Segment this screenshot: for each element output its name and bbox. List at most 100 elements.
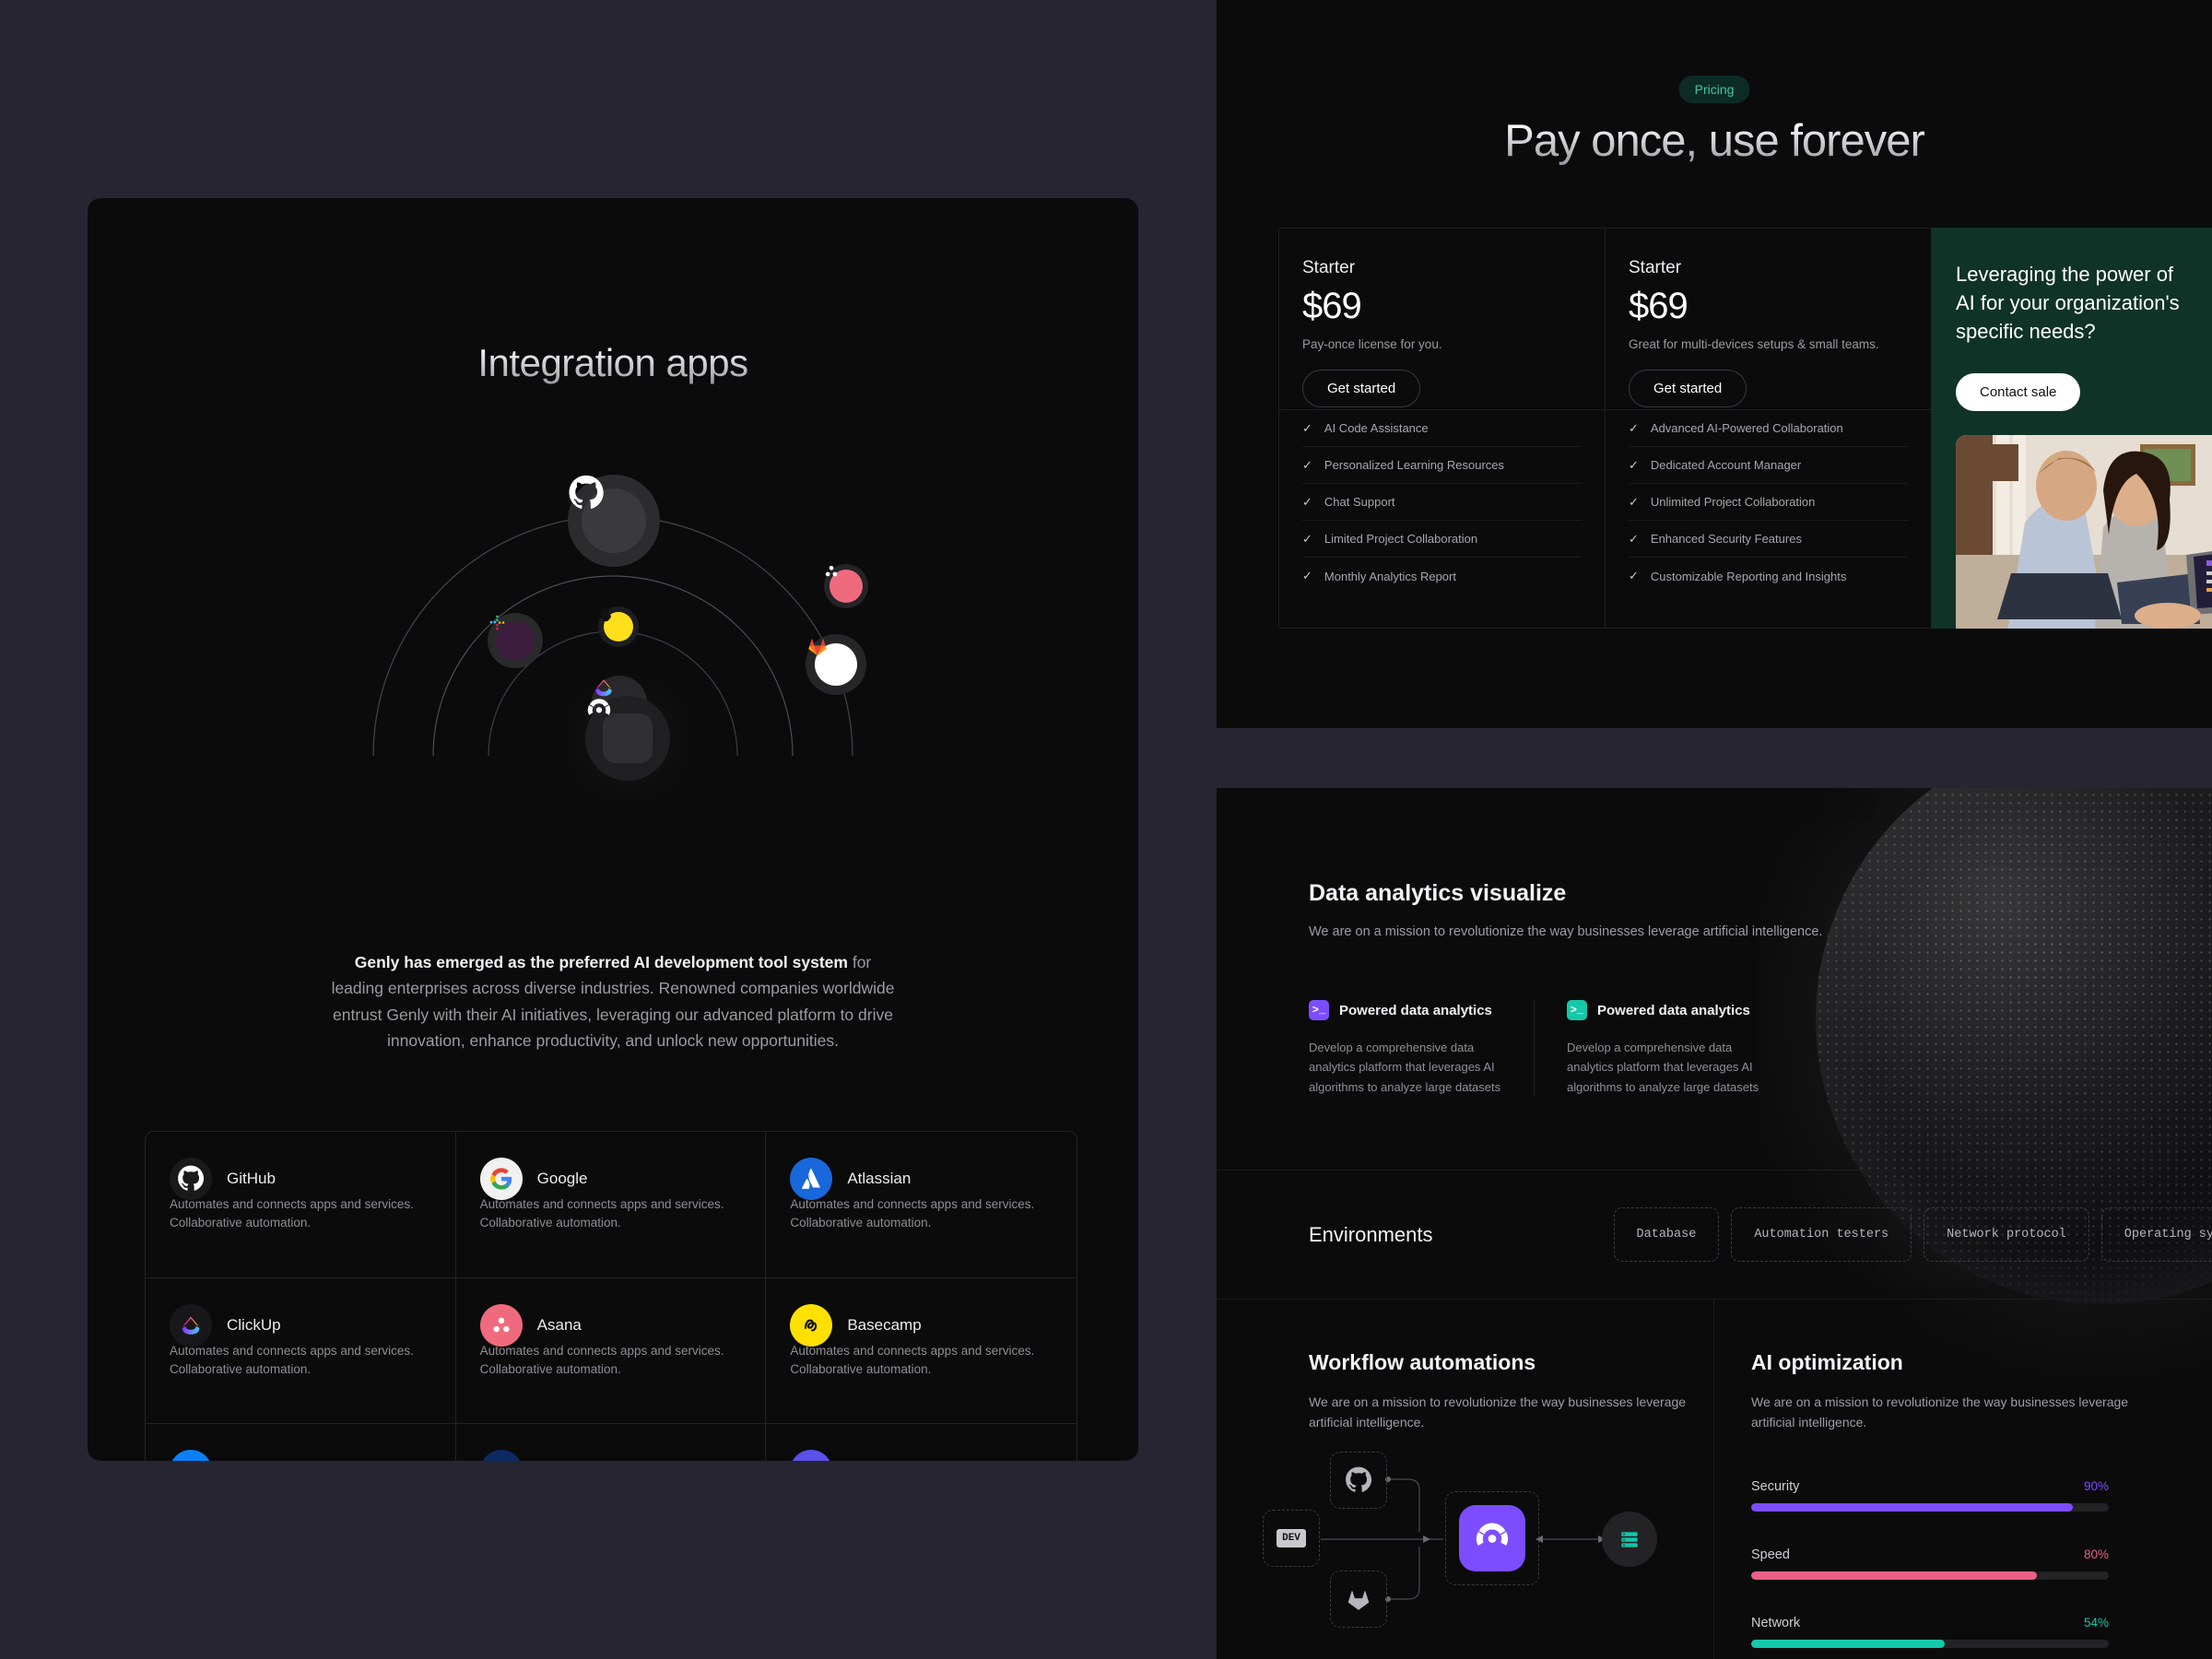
dev-badge-icon: DEV [1277,1529,1306,1547]
environment-pill-database[interactable]: Database [1613,1207,1720,1262]
bar-value: 90% [2083,1479,2109,1493]
analytics-feature-row: >_ Powered data analytics Develop a comp… [1309,1000,1793,1098]
clickup-icon [170,1303,212,1347]
dropbox-icon [170,1450,212,1461]
plan-feature: ✓ Limited Project Collaboration [1302,521,1582,558]
app-name: Basecamp [847,1315,922,1334]
genly-logo-node[interactable] [1459,1505,1525,1571]
app-card-header: Basecamp [790,1303,1053,1347]
asana-icon [479,1303,523,1347]
plan-price: $69 [1302,286,1362,326]
app-card-header: Okta [479,1450,742,1461]
bar-track [1751,1571,2109,1580]
bar-row-network: Network 54% [1751,1616,2109,1648]
app-card-basecamp[interactable]: Basecamp Automates and connects apps and… [766,1278,1077,1425]
check-icon: ✓ [1302,494,1312,509]
atlassian-icon [790,1158,833,1200]
optimization-title: AI optimization [1751,1350,1903,1374]
analytics-feature-desc: Develop a comprehensive data analytics p… [1309,1041,1501,1094]
environment-pill-network-protocol[interactable]: Network protocol [1924,1207,2089,1262]
workflow-node-gitlab[interactable] [1330,1571,1387,1628]
app-description: Automates and connects apps and services… [790,1343,1035,1377]
app-card-header: Atlassian [790,1158,1053,1200]
bar-fill [1751,1571,2038,1580]
workflow-node-github[interactable] [1330,1452,1387,1509]
workflow-automations-section: Workflow automations We are on a mission… [1217,1300,1714,1659]
github-icon [170,1158,212,1200]
plan-feature-label: Monthly Analytics Report [1324,569,1456,583]
plan-feature-label: Enhanced Security Features [1650,532,1802,546]
genly-logo-icon [1476,1523,1509,1547]
genly-logo-icon [587,699,611,715]
integration-apps-panel: Integration apps Genly has emerged as th… [88,198,1138,1461]
app-card-asana[interactable]: Asana Automates and connects apps and se… [455,1277,767,1425]
plan-feature: ✓ Unlimited Project Collaboration [1629,484,1908,521]
bar-label: Speed [1751,1547,1790,1562]
app-card-okta[interactable]: Okta Automates and connects apps and ser… [456,1424,767,1461]
plan-feature-label: Dedicated Account Manager [1650,458,1802,472]
plan-name: Starter [1629,258,1682,277]
gitlab-icon [808,639,827,656]
app-card-atlassian[interactable]: Atlassian Automates and connects apps an… [766,1132,1077,1278]
check-icon: ✓ [1302,457,1312,472]
promo-title: Leveraging the power of AI for your orga… [1956,263,2180,344]
environment-pill-operating-systems[interactable]: Operating systems [2100,1207,2212,1262]
get-started-button[interactable]: Get started [1302,370,1421,407]
github-icon [569,475,604,509]
asana-icon [825,565,838,577]
environment-pill-automation-testers[interactable]: Automation testers [1731,1207,1912,1262]
app-description: Automates and connects apps and services… [170,1343,414,1377]
bar-header: Network 54% [1751,1616,2109,1630]
orbit-node-mailchimp[interactable] [598,606,639,647]
orbit-node-genly[interactable] [585,696,670,781]
orbit-node-github[interactable] [568,475,660,567]
orbit-node-gitlab[interactable] [806,634,866,695]
gitlab-icon [1347,1591,1370,1610]
plan-feature: ✓ Dedicated Account Manager [1629,447,1908,484]
get-started-button[interactable]: Get started [1629,370,1747,407]
orbit-node-asana[interactable] [824,564,868,608]
check-icon: ✓ [1629,569,1639,582]
analytics-feature-header: >_ Powered data analytics [1309,1000,1501,1020]
bar-row-security: Security 90% [1751,1479,2109,1512]
app-card-dropbox[interactable]: Dropbox Automates and connects apps and … [146,1424,456,1461]
plan-feature: ✓ Monthly Analytics Report [1302,558,1582,594]
analytics-feature-2: >_ Powered data analytics Develop a comp… [1535,1000,1793,1097]
bar-fill [1751,1640,1945,1648]
app-card-google[interactable]: Google Automates and connects apps and s… [455,1132,767,1278]
app-card-header: Dropbox [170,1450,431,1461]
analytics-feature-1: >_ Powered data analytics Develop a comp… [1309,1000,1535,1098]
promo-photo [1956,435,2212,629]
plan-price: $69 [1629,286,1688,326]
app-card-clickup[interactable]: ClickUp Automates and connects apps and … [146,1277,456,1425]
workflow-node-dev[interactable]: DEV [1263,1510,1320,1567]
check-icon: ✓ [1302,420,1312,435]
environments-label: Environments [1309,1222,1433,1246]
workflow-node-genly-wrapper [1445,1491,1539,1585]
plan-feature-label: AI Code Assistance [1324,421,1429,435]
database-icon [1621,1532,1638,1547]
plan-card-starter-2: Starter $69 Great for multi-devices setu… [1605,228,1931,629]
analytics-feature-desc: Develop a comprehensive data analytics p… [1567,1041,1759,1094]
integration-apps-grid: GitHub Automates and connects apps and s… [145,1131,1077,1461]
orbit-diagram [88,369,1138,781]
app-name: GitHub [227,1170,276,1187]
app-card-github[interactable]: GitHub Automates and connects apps and s… [146,1132,456,1278]
integration-description: Genly has emerged as the preferred AI de… [327,949,899,1053]
app-description: Automates and connects apps and services… [170,1197,414,1230]
plan-feature: ✓ Advanced AI-Powered Collaboration [1629,410,1908,447]
bar-label: Network [1751,1616,1801,1630]
app-card-outreach[interactable]: Outreach Automates and connects apps and… [766,1424,1077,1461]
orbit-node-slack[interactable] [488,613,543,668]
workflow-subtitle: We are on a mission to revolutionize the… [1309,1394,1687,1430]
analytics-title: Data analytics visualize [1309,880,1567,906]
pricing-panel: Pricing Pay once, use forever Starter $6… [1217,0,2212,728]
analytics-subtitle: We are on a mission to revolutionize the… [1309,924,1823,939]
plan-card-starter-1: Starter $69 Pay-once license for you. Ge… [1278,228,1605,629]
terminal-icon: >_ [1309,1000,1329,1020]
terminal-icon: >_ [1567,1000,1587,1020]
workflow-node-database[interactable] [1602,1512,1657,1567]
bar-label: Security [1751,1479,1800,1494]
contact-sale-button[interactable]: Contact sale [1956,373,2081,411]
plan-feature-list: ✓ Advanced AI-Powered Collaboration ✓ Dedi… [1606,410,1931,594]
